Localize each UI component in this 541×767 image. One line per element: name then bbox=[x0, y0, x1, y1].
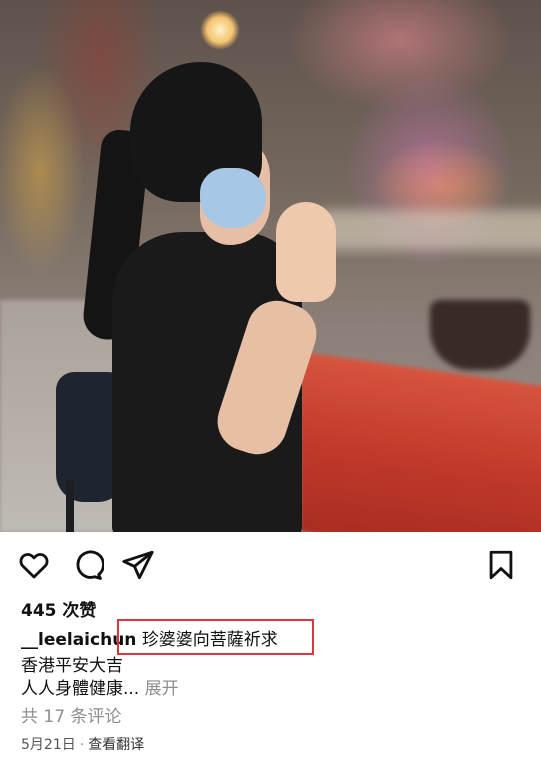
comment-bubble-icon[interactable] bbox=[70, 548, 104, 582]
paper-plane-icon[interactable] bbox=[121, 548, 155, 582]
face-mask bbox=[200, 168, 266, 228]
praying-hands bbox=[276, 202, 336, 302]
post-meta: 5月21日 · 查看翻译 bbox=[21, 734, 144, 754]
meta-separator: · bbox=[79, 737, 85, 753]
post-date: 5月21日 bbox=[21, 737, 76, 753]
background-lamp bbox=[200, 10, 240, 50]
post-photo[interactable] bbox=[0, 0, 541, 532]
view-comments-link[interactable]: 共 17 条评论 bbox=[21, 702, 121, 727]
caption-truncated-text: 人人身體健康... bbox=[21, 679, 140, 699]
action-bar bbox=[0, 532, 541, 596]
bookmark-icon[interactable] bbox=[484, 548, 518, 582]
handbag-strap bbox=[66, 480, 74, 532]
likes-count[interactable]: 445 次赞 bbox=[21, 596, 96, 621]
incense-pot bbox=[430, 300, 530, 370]
heart-icon[interactable] bbox=[17, 548, 51, 582]
instagram-post: 445 次赞 __leelaichun 珍婆婆向菩薩祈求 香港平安大吉 人人身體… bbox=[0, 0, 541, 767]
altar-offerings bbox=[320, 210, 541, 250]
red-altar bbox=[300, 351, 541, 532]
expand-caption-link[interactable]: 展开 bbox=[145, 679, 179, 699]
see-translation-link[interactable]: 查看翻译 bbox=[88, 737, 144, 753]
caption-second-line: 香港平安大吉 bbox=[21, 656, 123, 676]
caption-third-line: 人人身體健康... 展开 bbox=[21, 674, 179, 699]
red-highlight-box bbox=[117, 619, 314, 655]
